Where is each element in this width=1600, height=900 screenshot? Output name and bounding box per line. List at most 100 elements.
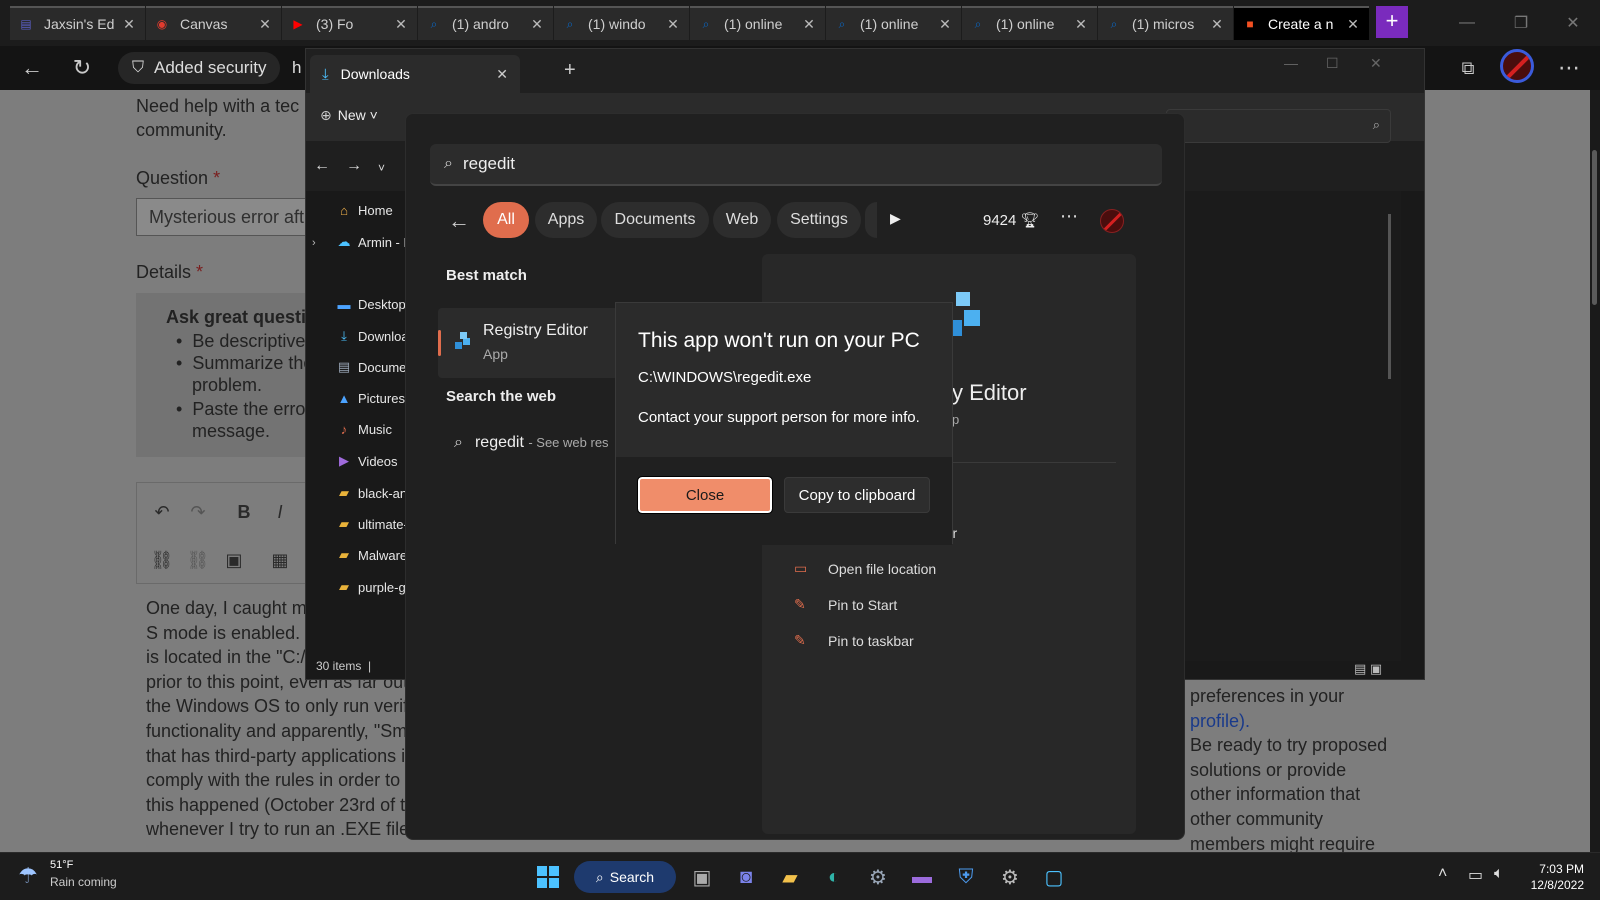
sidebar-item[interactable]: ▲ Pictures <box>336 391 416 406</box>
flyout-search-input[interactable]: ⌕ regedit <box>430 144 1162 186</box>
browser-tab[interactable]: ⌕ (1) andro ✕ <box>418 6 553 40</box>
sidebar-item[interactable]: ▰ purple-gl <box>336 579 416 595</box>
back-arrow-icon[interactable]: ← <box>16 52 48 84</box>
tab-close-icon[interactable]: ✕ <box>801 16 817 33</box>
scroll-chips-play-icon[interactable]: ▶ <box>890 210 901 227</box>
redo-icon[interactable]: ↷ <box>183 497 213 527</box>
tab-close-icon[interactable]: ✕ <box>121 16 137 33</box>
web-search-result[interactable]: ⌕ regedit - See web res <box>454 434 609 452</box>
profile-avatar[interactable] <box>1500 49 1534 83</box>
explorer-scrollbar[interactable] <box>1388 214 1391 379</box>
restore-button[interactable]: ❐ <box>1494 0 1548 46</box>
tab-close-icon[interactable]: ✕ <box>529 16 545 33</box>
filter-chip-apps[interactable]: Apps <box>535 202 597 238</box>
sidebar-item[interactable]: ▶ Videos <box>336 453 416 469</box>
page-scrollbar-thumb[interactable] <box>1592 150 1597 305</box>
system-clock[interactable]: 7:03 PM 12/8/2022 <box>1518 861 1584 893</box>
dialog-close-button[interactable]: Close <box>637 476 773 514</box>
filter-chip-overflow[interactable] <box>865 202 877 238</box>
explorer-tab-close-icon[interactable]: ✕ <box>496 66 508 83</box>
window-close-button[interactable]: ✕ <box>1546 0 1600 46</box>
tab-close-icon[interactable]: ✕ <box>665 16 681 33</box>
explorer-maximize-button[interactable]: ☐ <box>1326 55 1339 72</box>
tray-chevron-icon[interactable]: ˄ <box>1438 865 1447 883</box>
right-text-line[interactable]: profile). <box>1190 711 1250 732</box>
sidebar-item[interactable]: ☁ Armin - P <box>336 234 416 250</box>
teams-chat-icon[interactable]: ◙ <box>730 861 762 893</box>
settings-gear-icon[interactable]: ⚙ <box>994 861 1026 893</box>
rewards-points[interactable]: 9424 🏆︎ <box>983 211 1040 229</box>
refresh-icon[interactable]: ↻ <box>66 52 98 84</box>
browser-tab[interactable]: ⌕ (1) online ✕ <box>690 6 825 40</box>
browser-tab[interactable]: ▶ (3) Fo ✕ <box>282 6 417 40</box>
browser-tab[interactable]: ⌕ (1) micros ✕ <box>1098 6 1233 40</box>
flyout-more-icon[interactable]: ⋯ <box>1060 206 1079 227</box>
detail-action-item[interactable]: ▭ Open file location <box>794 560 936 577</box>
flyout-profile-avatar[interactable] <box>1100 209 1124 233</box>
start-icon[interactable] <box>532 861 564 893</box>
view-toggle-icons[interactable]: ▤ ▣ <box>1354 661 1382 677</box>
tab-close-icon[interactable]: ✕ <box>393 16 409 33</box>
explorer-minimize-button[interactable]: — <box>1284 55 1298 71</box>
browser-tab[interactable]: ⌕ (1) windo ✕ <box>554 6 689 40</box>
explorer-back-icon[interactable]: ← <box>314 157 330 175</box>
sidebar-item[interactable]: ▰ black-anc <box>336 485 416 501</box>
sidebar-item[interactable]: ▬ Desktop <box>336 297 416 312</box>
weather-temperature[interactable]: 51°F <box>50 859 73 871</box>
bold-icon[interactable]: B <box>229 497 259 527</box>
explorer-tab-downloads[interactable]: ⤓ Downloads ✕ <box>310 55 520 93</box>
image-icon[interactable]: ▣ <box>219 545 249 575</box>
sidebar-item[interactable]: ▰ Malware <box>336 547 416 563</box>
undo-icon[interactable]: ↶ <box>147 497 177 527</box>
volume-icon[interactable]: 🔈︎ <box>1494 865 1504 883</box>
tab-close-icon[interactable]: ✕ <box>1209 16 1225 33</box>
browser-tab[interactable]: ⌕ (1) online ✕ <box>826 6 961 40</box>
detail-action-item[interactable]: ✎ Pin to taskbar <box>794 632 914 649</box>
explorer-search-input[interactable]: ⌕ <box>1166 109 1391 143</box>
browser-tab[interactable]: ◉ Canvas ✕ <box>146 6 281 40</box>
address-bar[interactable]: ⛉ Added security <box>118 52 281 84</box>
new-tab-button[interactable]: + <box>1376 6 1408 38</box>
filter-chip-settings[interactable]: Settings <box>777 202 861 238</box>
app-installer-icon[interactable]: ⚙ <box>862 861 894 893</box>
browser-tab[interactable]: ■ Create a n ✕ <box>1234 6 1369 40</box>
tab-close-icon[interactable]: ✕ <box>257 16 273 33</box>
browser-tab[interactable]: ▤ Jaxsin's Ed ✕ <box>10 6 145 40</box>
address-text[interactable]: h <box>292 58 301 78</box>
weather-description[interactable]: Rain coming <box>50 875 117 889</box>
explorer-close-button[interactable]: ✕ <box>1370 55 1382 72</box>
flyout-back-icon[interactable]: ← <box>448 208 470 234</box>
new-button[interactable]: ⊕ New ˅ <box>320 107 378 124</box>
copy-to-clipboard-button[interactable]: Copy to clipboard <box>784 477 930 513</box>
explorer-recent-icon[interactable]: ˅ <box>378 161 385 175</box>
minimize-button[interactable]: — <box>1440 0 1494 46</box>
filter-chip-documents[interactable]: Documents <box>601 202 709 238</box>
pinned-app-icon[interactable]: ▢ <box>1038 861 1070 893</box>
table-icon[interactable]: ▦ <box>265 545 295 575</box>
edge-browser-icon[interactable]: ◐ <box>818 861 850 893</box>
detail-action-item[interactable]: ✎ Pin to Start <box>794 596 897 613</box>
tab-close-icon[interactable]: ✕ <box>937 16 953 33</box>
rain-cloud-icon[interactable]: ☂ <box>18 863 38 889</box>
taskbar-search-button[interactable]: ⌕ Search <box>574 861 676 893</box>
sidebar-item[interactable]: ▤ Documen <box>336 359 416 375</box>
explorer-forward-icon[interactable]: → <box>346 157 362 175</box>
best-match-item[interactable]: Registry Editor App <box>438 308 618 378</box>
link-icon[interactable]: ⛓ <box>147 545 177 575</box>
filter-chip-web[interactable]: Web <box>713 202 771 238</box>
collections-icon[interactable]: ⧉ <box>1452 52 1484 84</box>
more-menu-icon[interactable]: ⋯ <box>1553 52 1585 84</box>
explorer-new-tab-icon[interactable]: + <box>564 59 576 82</box>
tab-close-icon[interactable]: ✕ <box>1073 16 1089 33</box>
network-icon[interactable]: ▭ <box>1468 865 1483 885</box>
file-explorer-icon[interactable]: ▰ <box>774 861 806 893</box>
expand-chevron-icon[interactable]: › <box>312 237 316 249</box>
tab-close-icon[interactable]: ✕ <box>1345 16 1361 33</box>
video-app-icon[interactable]: ▬ <box>906 861 938 893</box>
sidebar-item[interactable]: ▰ ultimate- <box>336 516 416 532</box>
sidebar-item[interactable]: ⤓ Downloa <box>336 328 416 344</box>
browser-tab[interactable]: ⌕ (1) online ✕ <box>962 6 1097 40</box>
filter-chip-all[interactable]: All <box>483 202 529 238</box>
sidebar-item[interactable]: ♪ Music <box>336 422 416 437</box>
task-view-icon[interactable]: ▣ <box>686 861 718 893</box>
